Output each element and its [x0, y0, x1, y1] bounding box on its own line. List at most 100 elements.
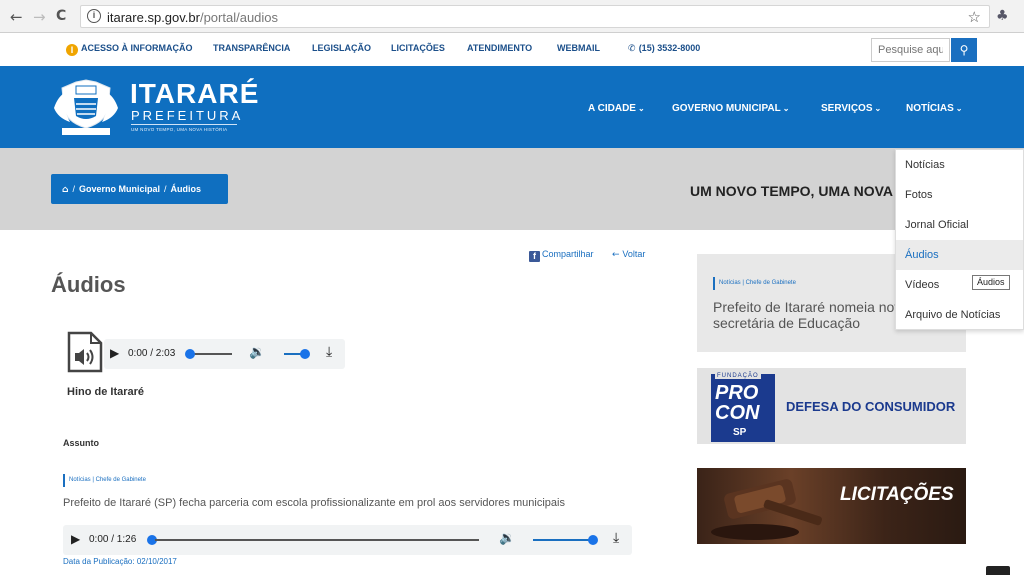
- title-band: ⌂ / Governo Municipal / Áudios UM NOVO TEMPO…: [0, 148, 1024, 230]
- procon-banner[interactable]: FUNDAÇÃO PRO CON SP DEFESA DO CONSUMIDOR: [697, 368, 966, 444]
- webmail-link[interactable]: WEBMAIL: [557, 43, 600, 53]
- menu-label: GOVERNO MUNICIPAL: [672, 103, 781, 114]
- procon-con: CON: [715, 402, 760, 424]
- volume-handle[interactable]: [588, 535, 598, 545]
- news-category-tag[interactable]: Notícias | Chefe de Gabinete: [63, 474, 146, 487]
- play-icon[interactable]: ▶: [110, 346, 119, 360]
- subject-label: Assunto: [63, 438, 99, 448]
- forward-arrow-icon[interactable]: →: [33, 8, 46, 26]
- brand-divider: [131, 124, 237, 125]
- acesso-label: ACESSO À INFORMAÇÃO: [81, 43, 193, 53]
- transparencia-link[interactable]: TRANSPARÊNCIA: [213, 43, 290, 53]
- download-icon[interactable]: ⤓: [613, 530, 619, 546]
- extension-icon[interactable]: ♣: [996, 8, 1009, 24]
- breadcrumb-separator: /: [163, 184, 167, 194]
- menu-servicos[interactable]: SERVIÇOS ⌄: [821, 103, 881, 114]
- gavel-image: [711, 479, 822, 540]
- url-host: itarare.sp.gov.br: [107, 10, 200, 25]
- page: ← → C i itarare.sp.gov.br/portal/audios …: [0, 0, 1024, 575]
- noticias-dropdown: Notícias Fotos Jornal Oficial Áudios Víd…: [895, 149, 1024, 330]
- phone-number: (15) 3532-8000: [638, 43, 701, 53]
- share-link[interactable]: f Compartilhar: [529, 249, 594, 262]
- breadcrumb-audios[interactable]: Áudios: [171, 184, 202, 194]
- facebook-icon: f: [529, 251, 540, 262]
- chevron-down-icon: ⌄: [874, 104, 882, 113]
- licitacoes-banner-text: LICITAÇÕES: [840, 484, 954, 505]
- progress-handle[interactable]: [185, 349, 195, 359]
- url-text: itarare.sp.gov.br/portal/audios: [107, 10, 278, 25]
- scroll-top-button[interactable]: [986, 566, 1010, 575]
- breadcrumb: ⌂ / Governo Municipal / Áudios: [51, 174, 228, 204]
- audio-player-hino: ▶ 0:00 / 2:03 🔉 ⤓: [104, 339, 345, 369]
- page-title: Áudios: [51, 272, 126, 297]
- dropdown-item-noticias[interactable]: Notícias: [896, 150, 1023, 180]
- menu-label: NOTÍCIAS: [906, 103, 954, 114]
- menu-a-cidade[interactable]: A CIDADE ⌄: [588, 103, 645, 114]
- back-arrow-icon[interactable]: ←: [10, 8, 23, 26]
- news-headline-link[interactable]: Prefeito de Itararé (SP) fecha parceria …: [63, 497, 565, 509]
- procon-sp: SP: [733, 427, 747, 438]
- search-button[interactable]: ⚲: [951, 38, 977, 62]
- procon-slogan: DEFESA DO CONSUMIDOR: [786, 399, 956, 414]
- back-label: Voltar: [622, 249, 646, 259]
- info-icon[interactable]: i: [87, 9, 101, 23]
- audio-file-icon: [67, 331, 103, 373]
- browser-toolbar: ← → C i itarare.sp.gov.br/portal/audios …: [0, 0, 1024, 33]
- licitacoes-banner[interactable]: LICITAÇÕES: [697, 468, 966, 544]
- back-link[interactable]: ← Voltar: [612, 249, 645, 260]
- licitacoes-link[interactable]: LICITAÇÕES: [391, 43, 445, 53]
- dropdown-item-fotos[interactable]: Fotos: [896, 180, 1023, 210]
- phone-link[interactable]: ✆ (15) 3532-8000: [628, 43, 700, 54]
- tooltip: Áudios: [972, 275, 1010, 290]
- site-header: ITARARÉ PREFEITURA UM NOVO TEMPO, UMA NO…: [0, 66, 1024, 148]
- chevron-down-icon: ⌄: [955, 104, 963, 113]
- bookmark-star-icon[interactable]: ☆: [968, 8, 981, 26]
- legislacao-link[interactable]: LEGISLAÇÃO: [312, 43, 371, 53]
- brand-title[interactable]: ITARARÉ: [130, 80, 259, 108]
- chevron-down-icon: ⌄: [637, 104, 645, 113]
- search-icon: ⚲: [959, 43, 969, 57]
- news-category-tag[interactable]: Notícias | Chefe de Gabinete: [713, 277, 796, 290]
- share-label: Compartilhar: [542, 249, 594, 259]
- menu-governo-municipal[interactable]: GOVERNO MUNICIPAL ⌄: [672, 103, 789, 114]
- volume-icon[interactable]: 🔉: [249, 345, 265, 360]
- menu-noticias[interactable]: NOTÍCIAS ⌄: [906, 103, 962, 114]
- breadcrumb-governo[interactable]: Governo Municipal: [79, 184, 160, 194]
- city-seal-logo[interactable]: [52, 78, 120, 138]
- dropdown-item-jornal-oficial[interactable]: Jornal Oficial: [896, 210, 1023, 240]
- search-input[interactable]: [871, 38, 950, 62]
- address-bar[interactable]: i itarare.sp.gov.br/portal/audios ☆: [80, 5, 990, 28]
- volume-track[interactable]: [533, 539, 593, 541]
- volume-icon[interactable]: 🔉: [499, 531, 515, 546]
- progress-track[interactable]: [189, 353, 232, 355]
- phone-icon: ✆: [628, 44, 639, 54]
- url-path: /portal/audios: [199, 10, 279, 25]
- dropdown-item-audios[interactable]: Áudios: [896, 240, 1023, 270]
- audio-time: 0:00 / 2:03: [128, 348, 176, 359]
- publication-date: Data da Publicação: 02/10/2017: [63, 557, 177, 566]
- volume-handle[interactable]: [300, 349, 310, 359]
- chevron-down-icon: ⌄: [782, 104, 790, 113]
- home-icon[interactable]: ⌂: [62, 185, 68, 195]
- band-tagline: UM NOVO TEMPO, UMA NOVA HISTÓRIA: [690, 183, 894, 199]
- procon-pro: PRO: [715, 382, 759, 404]
- audio-time: 0:00 / 1:26: [89, 534, 137, 545]
- info-badge-icon: i: [66, 44, 78, 56]
- brand-tagline: UM NOVO TEMPO, UMA NOVA HISTÓRIA: [131, 127, 228, 132]
- breadcrumb-separator: /: [72, 184, 75, 194]
- progress-track[interactable]: [155, 539, 479, 541]
- menu-label: SERVIÇOS: [821, 103, 873, 114]
- menu-label: A CIDADE: [588, 103, 636, 114]
- audio-player-news: ▶ 0:00 / 1:26 🔉 ⤓: [63, 525, 632, 555]
- left-arrow-icon: ←: [612, 250, 623, 260]
- play-icon[interactable]: ▶: [71, 532, 80, 546]
- dropdown-item-arquivo[interactable]: Arquivo de Notícias: [896, 300, 1023, 330]
- acesso-informacao-link[interactable]: i ACESSO À INFORMAÇÃO: [66, 43, 193, 56]
- download-icon[interactable]: ⤓: [326, 344, 332, 360]
- procon-logo: FUNDAÇÃO PRO CON SP: [711, 373, 775, 442]
- atendimento-link[interactable]: ATENDIMENTO: [467, 43, 532, 53]
- brand-subtitle: PREFEITURA: [131, 108, 244, 123]
- audio-title: Hino de Itararé: [67, 386, 145, 398]
- procon-fundacao: FUNDAÇÃO: [715, 373, 761, 379]
- reload-icon[interactable]: C: [56, 8, 66, 24]
